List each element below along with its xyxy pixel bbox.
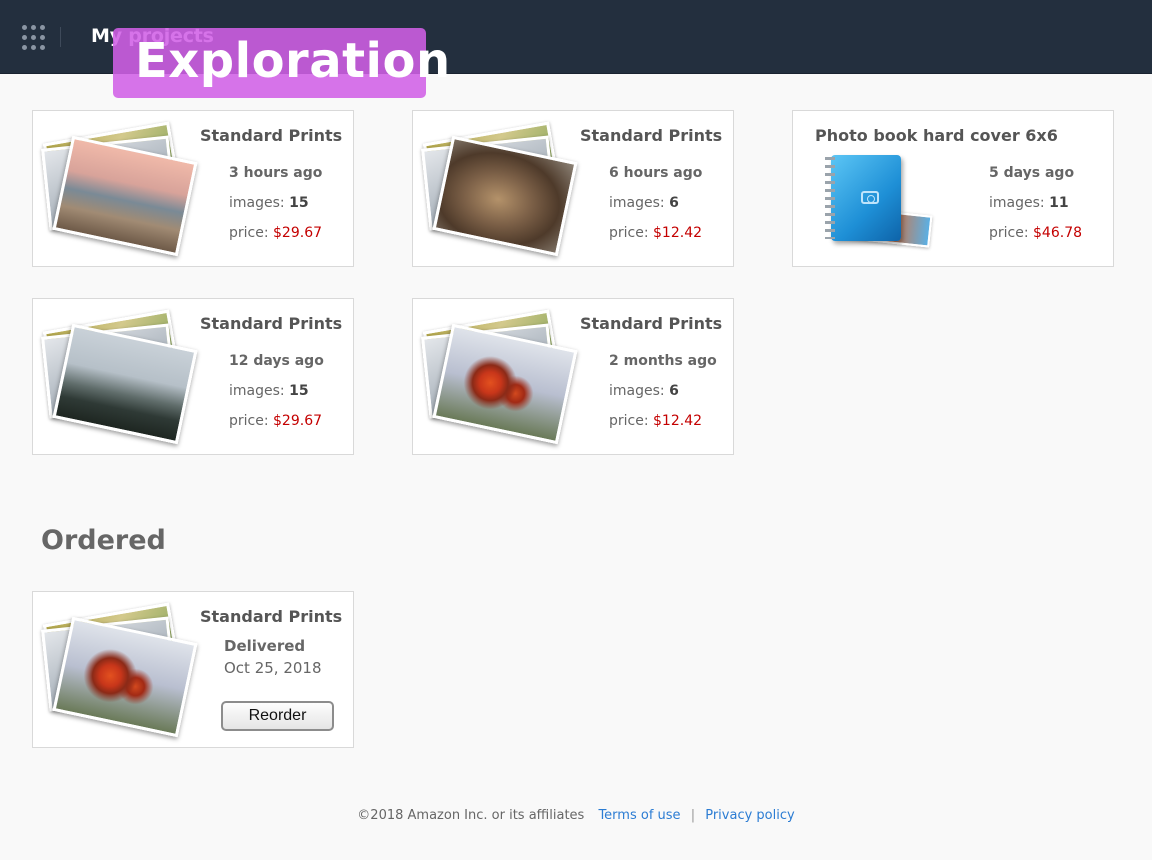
project-card[interactable]: Standard Prints 12 days ago images: 15 p… xyxy=(32,298,354,455)
project-title: Photo book hard cover 6x6 xyxy=(815,126,1058,145)
project-image-count: images: 15 xyxy=(229,195,309,211)
terms-of-use-link[interactable]: Terms of use xyxy=(598,808,680,823)
project-image-count: images: 15 xyxy=(229,383,309,399)
project-price: price: $12.42 xyxy=(609,225,703,241)
order-status: Delivered xyxy=(224,637,306,655)
order-date: Oct 25, 2018 xyxy=(224,659,322,677)
project-card[interactable]: Standard Prints 3 hours ago images: 15 p… xyxy=(32,110,354,267)
header-divider xyxy=(60,27,61,47)
project-card[interactable]: Standard Prints 6 hours ago images: 6 pr… xyxy=(412,110,734,267)
page-footer: ©2018 Amazon Inc. or its affiliates Term… xyxy=(0,808,1152,823)
project-title: Standard Prints xyxy=(200,314,343,333)
project-card[interactable]: Standard Prints 2 months ago images: 6 p… xyxy=(412,298,734,455)
exploration-overlay-badge: Exploration xyxy=(113,28,450,98)
project-title: Standard Prints xyxy=(200,126,343,145)
project-title: Standard Prints xyxy=(200,607,343,626)
copyright-text: ©2018 Amazon Inc. or its affiliates xyxy=(357,808,585,823)
project-image-count: images: 6 xyxy=(609,195,679,211)
orange-flower-photo xyxy=(41,602,198,738)
project-modified-time: 3 hours ago xyxy=(229,165,323,181)
project-modified-time: 6 hours ago xyxy=(609,165,703,181)
sunset-beach-photo xyxy=(41,121,198,257)
cat-photo xyxy=(421,121,578,257)
project-card[interactable]: Photo book hard cover 6x6 5 days ago ima… xyxy=(792,110,1114,267)
ordered-project-card[interactable]: Standard Prints Delivered Oct 25, 2018 R… xyxy=(32,591,354,748)
photo-book-icon xyxy=(823,151,933,256)
project-image-count: images: 6 xyxy=(609,383,679,399)
apps-grid-icon[interactable] xyxy=(22,25,48,51)
project-price: price: $46.78 xyxy=(989,225,1083,241)
privacy-policy-link[interactable]: Privacy policy xyxy=(705,808,794,823)
project-modified-time: 2 months ago xyxy=(609,353,717,369)
project-title: Standard Prints xyxy=(580,314,723,333)
project-price: price: $29.67 xyxy=(229,413,323,429)
project-modified-time: 12 days ago xyxy=(229,353,324,369)
project-title: Standard Prints xyxy=(580,126,723,145)
reorder-button[interactable]: Reorder xyxy=(221,701,334,731)
orange-flower-photo xyxy=(421,309,578,445)
ordered-section-heading: Ordered xyxy=(41,525,166,556)
foggy-forest-photo xyxy=(41,309,198,445)
project-price: price: $29.67 xyxy=(229,225,323,241)
project-modified-time: 5 days ago xyxy=(989,165,1075,181)
project-image-count: images: 11 xyxy=(989,195,1069,211)
footer-separator: | xyxy=(690,808,696,823)
project-price: price: $12.42 xyxy=(609,413,703,429)
